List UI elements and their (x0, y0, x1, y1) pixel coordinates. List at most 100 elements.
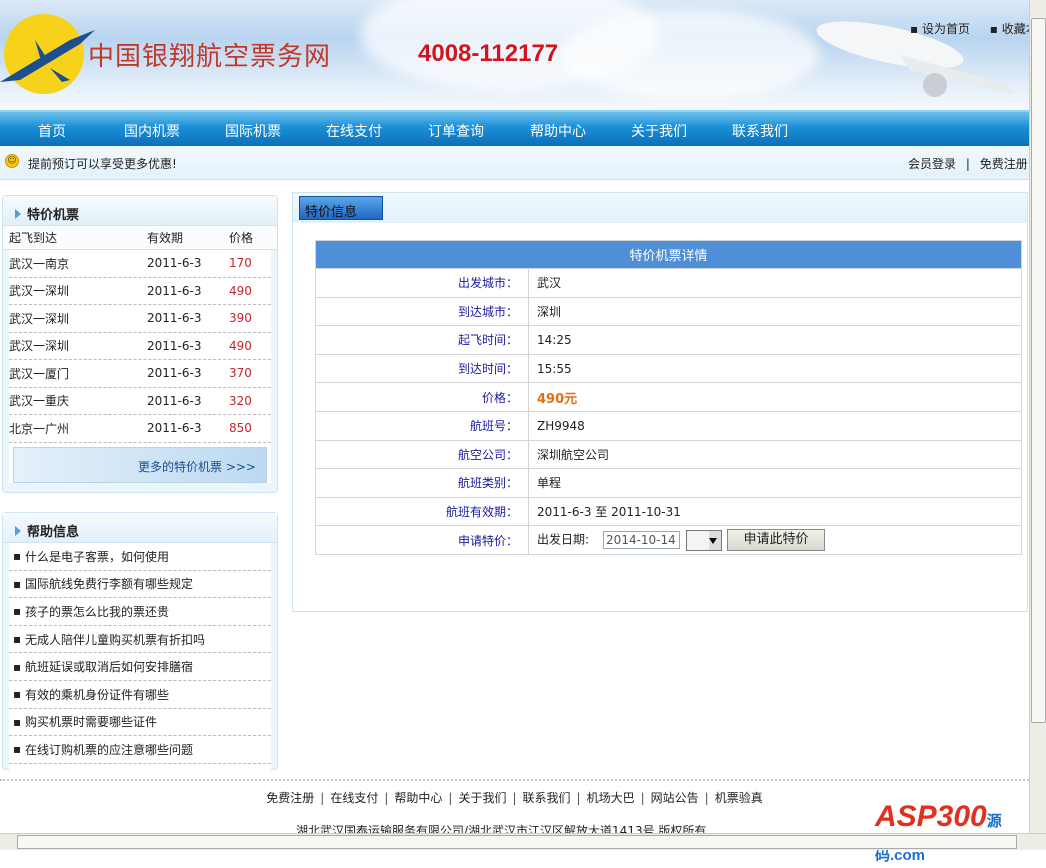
field-value: 2011-6-3 至 2011-10-31 (528, 496, 1022, 527)
footer-link[interactable]: 关于我们 (458, 791, 506, 805)
list-item[interactable]: ▪ 国际航线免费行李额有哪些规定 (9, 571, 271, 599)
hotline-phone: 4008-112177 (418, 40, 559, 67)
bullet-icon: ▪ (13, 576, 25, 591)
help-link[interactable]: 孩子的票怎么比我的票还贵 (25, 603, 169, 620)
field-value: 14:25 (528, 325, 1022, 355)
notice-bar: ☺ 提前预订可以享受更多优惠! 会员登录 | 免费注册 (0, 146, 1029, 180)
route: 武汉一深圳 (9, 339, 70, 354)
valid-date: 2011-6-3 (147, 338, 202, 353)
nav-payment[interactable]: 在线支付 (326, 121, 382, 141)
price: 490 (229, 338, 252, 353)
list-item[interactable]: ▪ 什么是电子客票，如何使用 (9, 543, 271, 571)
scroll-thumb[interactable] (17, 835, 1017, 849)
price: 370 (229, 366, 252, 381)
special-info-panel: 特价信息 特价机票详情 出发城市： 武汉 到达城市： 深圳 起飞时间： 14:25 到达时间… (292, 192, 1028, 612)
footer-link[interactable]: 帮助中心 (394, 791, 442, 805)
apply-controls: 出发日期: 2014-10-14 申请此特价 (528, 525, 1022, 555)
help-link[interactable]: 购买机票时需要哪些证件 (25, 713, 157, 730)
list-item[interactable]: ▪ 购买机票时需要哪些证件 (9, 709, 271, 737)
footer-link[interactable]: 免费注册 (266, 791, 314, 805)
table-row: 航班号： ZH9948 (315, 410, 1022, 441)
separator: | (512, 791, 517, 805)
help-link[interactable]: 有效的乘机身份证件有哪些 (25, 686, 169, 703)
help-link[interactable]: 什么是电子客票，如何使用 (25, 548, 169, 565)
footer-link[interactable]: 机票验真 (715, 791, 763, 805)
table-row[interactable]: 武汉一重庆 2011-6-3 320 (9, 388, 271, 415)
set-homepage-link[interactable]: ▪ 设为首页 (910, 22, 978, 36)
departure-date-input[interactable]: 2014-10-14 (603, 531, 681, 550)
more-specials-banner[interactable]: 更多的特价机票 >>> (13, 446, 267, 483)
tab-special-info[interactable]: 特价信息 (299, 196, 383, 220)
nav-international[interactable]: 国际机票 (225, 121, 281, 141)
field-label: 航班号： (315, 410, 529, 441)
nav-orders[interactable]: 订单查询 (428, 121, 484, 141)
footer-link[interactable]: 网站公告 (651, 791, 699, 805)
horizontal-scrollbar[interactable] (0, 833, 1046, 850)
apply-special-button[interactable]: 申请此特价 (727, 529, 826, 552)
footer-link[interactable]: 机场大巴 (587, 791, 635, 805)
help-link[interactable]: 在线订购机票的应注意哪些问题 (25, 741, 193, 758)
calendar-icon[interactable] (686, 529, 723, 551)
login-link[interactable]: 会员登录 (908, 157, 956, 171)
list-item[interactable]: ▪ 航班延误或取消后如何安排膳宿 (9, 653, 271, 681)
table-row[interactable]: 武汉一深圳 2011-6-3 490 (9, 333, 271, 360)
valid-date: 2011-6-3 (147, 311, 202, 326)
price: 490 (229, 283, 252, 298)
footer-divider (0, 779, 1029, 781)
specials-box: 特价机票 起飞到达 有效期 价格 武汉一南京 2011-6-3 170 武汉一深圳 20… (2, 195, 278, 493)
nav-contact[interactable]: 联系我们 (732, 121, 788, 141)
field-label: 出发城市： (315, 268, 529, 298)
price: 850 (229, 421, 252, 436)
top-links: ▪ 设为首页 ▪ 收藏本 (910, 20, 1029, 37)
nav-about[interactable]: 关于我们 (631, 121, 687, 141)
register-link[interactable]: 免费注册 (980, 157, 1028, 171)
help-link[interactable]: 航班延误或取消后如何安排膳宿 (25, 658, 193, 675)
field-value: 深圳航空公司 (528, 439, 1022, 470)
bullet-icon: ▪ (13, 714, 25, 729)
nav-help[interactable]: 帮助中心 (530, 121, 586, 141)
vertical-scrollbar[interactable] (1029, 0, 1046, 833)
bullet-icon: ▪ (13, 687, 25, 702)
list-item[interactable]: ▪ 在线订购机票的应注意哪些问题 (9, 736, 271, 764)
bookmark-link[interactable]: ▪ 收藏本 (990, 22, 1029, 36)
help-box: 帮助信息 ▪ 什么是电子客票，如何使用 ▪ 国际航线免费行李额有哪些规定 ▪ 孩子的… (2, 512, 278, 770)
separator: | (704, 791, 709, 805)
bullet-icon: ▪ (13, 632, 25, 647)
list-item[interactable]: ▪ 无成人陪伴儿童购买机票有折扣吗 (9, 626, 271, 654)
nav-home[interactable]: 首页 (38, 121, 66, 141)
bullet-icon: ▪ (13, 549, 25, 564)
list-item[interactable]: ▪ 有效的乘机身份证件有哪些 (9, 681, 271, 709)
list-item[interactable]: ▪ 孩子的票怎么比我的票还贵 (9, 598, 271, 626)
notice-text: 提前预订可以享受更多优惠! (28, 157, 177, 171)
nav-domestic[interactable]: 国内机票 (124, 121, 180, 141)
footer-link[interactable]: 在线支付 (330, 791, 378, 805)
table-row[interactable]: 武汉一深圳 2011-6-3 390 (9, 305, 271, 333)
date-label: 出发日期: (537, 532, 590, 547)
scroll-thumb[interactable] (1031, 18, 1046, 723)
price: 170 (229, 256, 252, 271)
table-row[interactable]: 武汉一南京 2011-6-3 170 (9, 250, 271, 278)
route: 武汉一深圳 (9, 311, 70, 326)
specials-header: 起飞到达 有效期 价格 (3, 226, 277, 250)
footer-link[interactable]: 联系我们 (523, 791, 571, 805)
site-title: 中国银翔航空票务网 (88, 42, 332, 72)
arrow-icon (15, 209, 21, 219)
table-row[interactable]: 北京一广州 2011-6-3 850 (9, 415, 271, 443)
table-row[interactable]: 武汉一厦门 2011-6-3 370 (9, 360, 271, 388)
specials-title: 特价机票 (3, 196, 277, 226)
field-label: 到达城市： (315, 296, 529, 327)
table-row: 到达时间： 15:55 (315, 353, 1022, 384)
field-value: 单程 (528, 468, 1022, 498)
price: 320 (229, 393, 252, 408)
table-row[interactable]: 武汉一深圳 2011-6-3 490 (9, 278, 271, 305)
help-link[interactable]: 无成人陪伴儿童购买机票有折扣吗 (25, 631, 205, 648)
help-link[interactable]: 国际航线免费行李额有哪些规定 (25, 575, 193, 592)
member-links: 会员登录 | 免费注册 (908, 157, 1028, 171)
field-value: 15:55 (528, 353, 1022, 384)
price: 390 (229, 311, 252, 326)
smiley-icon: ☺ (5, 154, 19, 168)
field-label: 航班有效期： (315, 496, 529, 527)
field-label: 到达时间： (315, 353, 529, 384)
main-nav: 首页 国内机票 国际机票 在线支付 订单查询 帮助中心 关于我们 联系我们 (0, 110, 1029, 146)
route: 武汉一厦门 (9, 366, 70, 381)
